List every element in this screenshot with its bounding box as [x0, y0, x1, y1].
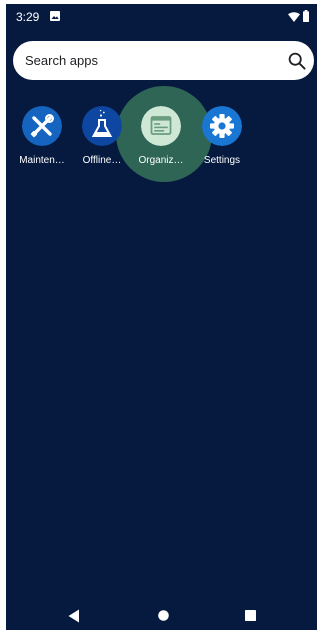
organizer-window-icon[interactable]	[141, 106, 181, 146]
search-icon[interactable]	[288, 52, 306, 70]
battery-icon	[303, 10, 309, 22]
home-icon[interactable]	[158, 610, 169, 621]
wrench-screwdriver-icon[interactable]	[22, 106, 62, 146]
status-time: 3:29	[16, 10, 40, 24]
wifi-icon	[288, 12, 300, 22]
app-label: Mainten…	[19, 155, 65, 166]
app-label: Organiz…	[138, 155, 184, 166]
flask-icon[interactable]	[82, 106, 122, 146]
app-settings[interactable]: Settings	[192, 104, 252, 179]
app-grid: Mainten… Offline… Organiz… Settings	[6, 104, 317, 184]
gear-icon[interactable]	[202, 106, 242, 146]
navigation-bar	[6, 602, 317, 630]
app-maintenance[interactable]: Mainten…	[12, 104, 72, 179]
app-organizer[interactable]: Organiz…	[131, 104, 191, 179]
app-drawer-screen: 3:29 Search apps Mainten… Offline… Organ…	[6, 4, 317, 630]
search-bar[interactable]: Search apps	[13, 41, 314, 80]
app-label: Settings	[203, 155, 241, 166]
search-input[interactable]: Search apps	[25, 53, 98, 68]
image-notification-icon	[50, 11, 60, 21]
app-label: Offline…	[82, 155, 122, 166]
status-bar: 3:29	[6, 4, 317, 28]
recents-icon[interactable]	[245, 610, 256, 621]
back-icon[interactable]	[68, 609, 80, 623]
app-offline[interactable]: Offline…	[72, 104, 132, 179]
